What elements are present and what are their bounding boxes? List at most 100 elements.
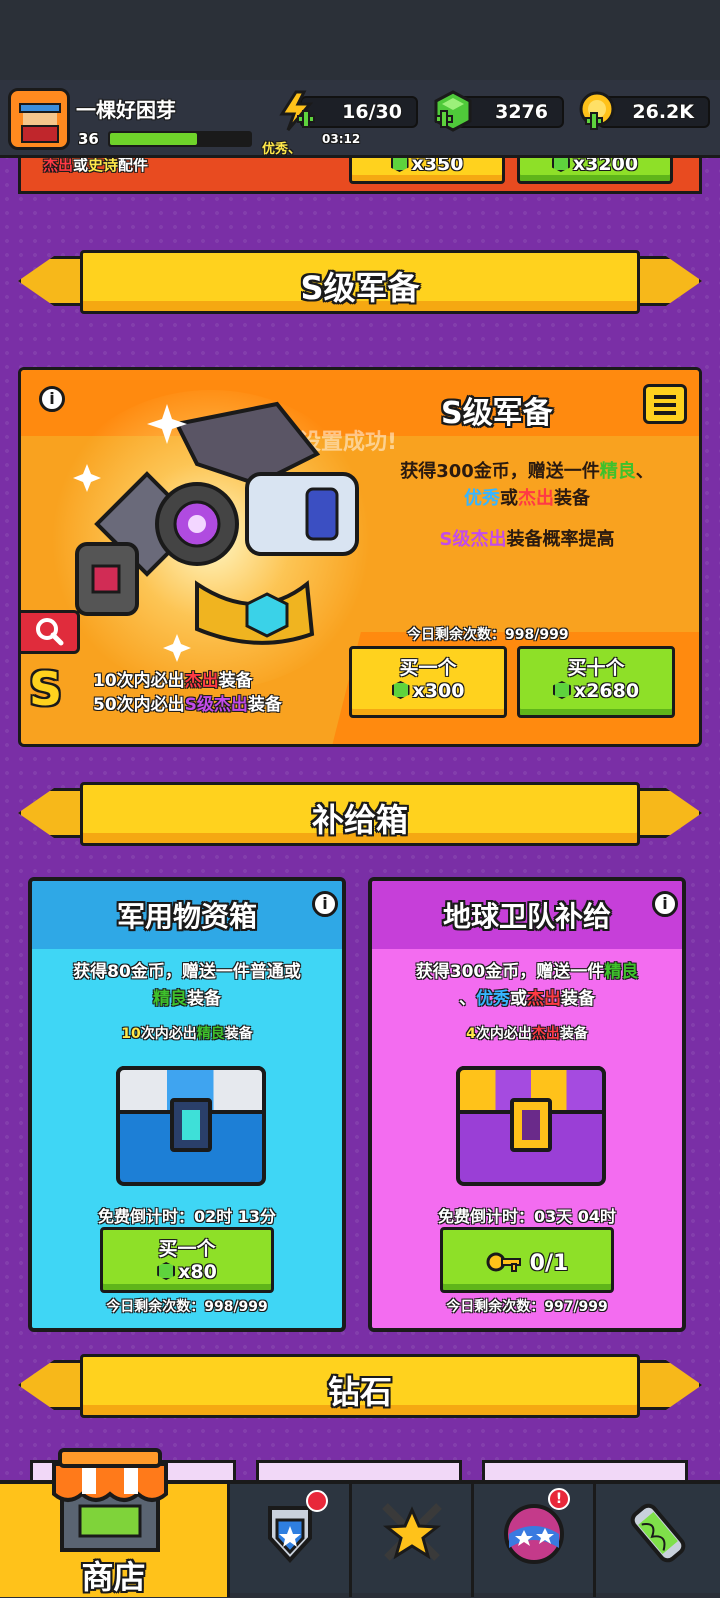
s-buy-one-label: 买一个 [399, 657, 457, 679]
s-card-rate-text: S级杰出装备概率提高 [367, 526, 687, 553]
military-guarantee: 10次内必出精良装备 [32, 1023, 342, 1043]
energy-value: 16/30 [342, 101, 402, 123]
earth-free-countdown: 免费倒计时：03天 04时 [437, 1207, 617, 1226]
guarantee-line-1: 10次内必出杰出装备 [93, 666, 253, 691]
military-remaining-count: 今日剩余次数：998/999 [106, 1299, 268, 1315]
diamond-banner: 钻石 [18, 1354, 702, 1418]
nav-tab-evolution[interactable] [596, 1484, 720, 1597]
gear-alert-badge [306, 1490, 328, 1512]
s-buy-one-button[interactable]: 买一个 x300 [349, 646, 507, 718]
earth-box-title: 地球卫队补给 [442, 900, 611, 933]
earth-desc2-c: 或 [510, 989, 527, 1009]
prev-text-e: 优秀、 [262, 142, 302, 157]
prev-text-c: 史诗 [88, 156, 119, 174]
nav-tab-events[interactable]: ! [474, 1484, 596, 1597]
earth-key-count: 0/1 [529, 1251, 569, 1276]
military-guar-c: 精良 [196, 1026, 225, 1042]
guar2-b: S级杰出 [184, 695, 248, 715]
guar2-c: 装备 [247, 695, 282, 715]
top-bar: 一棵好困芽 36 优秀、 16/30 03:12 3276 26.2K [0, 80, 720, 158]
gem-plus-icon[interactable] [432, 90, 474, 132]
earth-guar-b: 次内必出 [475, 1026, 532, 1042]
player-name: 一棵好困芽 [76, 98, 176, 122]
military-free-countdown: 免费倒计时：02时 13分 [97, 1207, 277, 1226]
xp-fill [110, 133, 197, 145]
s-buy-ten-price: x2680 [573, 680, 640, 702]
blue-chest-icon [116, 1066, 266, 1186]
search-button[interactable] [21, 610, 80, 654]
bottom-nav: 商店 ! [0, 1448, 720, 1597]
coin-plus-icon[interactable] [576, 90, 618, 132]
dna-capsule-icon [630, 1503, 686, 1563]
player-level: 36 [78, 130, 99, 148]
prev-text-d: 配件 [118, 156, 149, 174]
s-rank-up-icon: S [29, 662, 63, 716]
earth-key-open-button[interactable]: 0/1 [440, 1227, 614, 1293]
diamond-banner-title: 钻石 [327, 1373, 392, 1411]
earth-guar-d: 装备 [559, 1026, 588, 1042]
status-bar [0, 0, 720, 80]
guarantee-line-2: 50次内必出S级杰出装备 [93, 690, 282, 715]
avatar-mask [21, 125, 59, 143]
energy-timer: 03:12 [322, 132, 361, 146]
prev-text-a: 杰出 [43, 156, 74, 174]
desc1-a: 获得300金币，赠送一件 [400, 461, 600, 482]
magnifier-icon [36, 618, 64, 646]
s-buy-ten-button[interactable]: 买十个 x2680 [517, 646, 675, 718]
military-box-title: 军用物资箱 [116, 900, 257, 933]
gem-icon [391, 681, 410, 699]
earth-desc2-e: 装备 [561, 989, 595, 1009]
earth-desc1-a: 获得300金币，赠送一件 [415, 962, 605, 982]
military-supply-box-card: i 军用物资箱 获得80金币，赠送一件普通或 精良装备 10次内必出精良装备 免… [28, 877, 346, 1332]
guar1-c: 装备 [218, 671, 253, 691]
earth-box-description: 获得300金币，赠送一件精良 、优秀或杰出装备 [382, 959, 672, 1013]
earth-guar-a: 4 [466, 1026, 476, 1042]
s-buy-ten-label: 买十个 [567, 657, 625, 679]
nav-tab-gear[interactable] [230, 1484, 352, 1597]
nav-tab-shop[interactable]: 商店 [0, 1448, 230, 1597]
s-gear-card: i S级军备 设置成功! 获得300金币，赠送一件精良、 优秀或杰出装备 S级杰… [18, 367, 702, 747]
s-remaining-count: 今日剩余次数：998/999 [407, 627, 569, 643]
rate-b: 装备概率提高 [506, 529, 615, 550]
supply-banner: 补给箱 [18, 782, 702, 846]
military-buy-one-button[interactable]: 买一个 x80 [100, 1227, 274, 1293]
guar2-a: 50次内必出 [93, 695, 185, 715]
s-gear-banner-title: S级军备 [300, 269, 420, 307]
earth-desc2-d: 杰出 [527, 989, 561, 1009]
prev-text-b: 或 [73, 156, 89, 174]
gem-icon [157, 1262, 176, 1280]
earth-remaining-count: 今日剩余次数：997/999 [446, 1299, 608, 1315]
shop-stall-icon [52, 1448, 168, 1552]
desc2-c: 杰出 [518, 488, 554, 509]
military-guar-d: 装备 [224, 1026, 253, 1042]
s-card-title: S级军备 [441, 396, 553, 431]
desc2-d: 装备 [554, 488, 590, 509]
rate-a: S级杰出 [439, 529, 507, 550]
xp-bar [108, 131, 252, 147]
avatar[interactable] [8, 88, 70, 150]
s-card-description: 获得300金币，赠送一件精良、 优秀或杰出装备 [367, 458, 687, 512]
earth-guar-c: 杰出 [531, 1026, 560, 1042]
purple-chest-icon [456, 1066, 606, 1186]
desc1-b: 精良 [599, 461, 636, 482]
coin-value: 26.2K [632, 101, 694, 123]
s-gear-bundle-icon [73, 401, 359, 662]
guar1-b: 杰出 [184, 671, 219, 691]
energy-icon[interactable] [276, 90, 318, 132]
earth-guarantee: 4次内必出杰出装备 [372, 1023, 682, 1043]
list-icon[interactable] [643, 384, 687, 424]
earth-desc2-a: 、 [459, 989, 476, 1009]
guar1-a: 10次内必出 [93, 671, 185, 691]
military-desc1: 获得80金币，赠送一件普通或 [73, 962, 301, 982]
military-buy-price: x80 [178, 1261, 217, 1283]
events-alert-badge: ! [548, 1488, 570, 1510]
desc1-c: 、 [635, 461, 654, 482]
supply-banner-title: 补给箱 [311, 801, 408, 839]
military-guar-a: 10 [121, 1026, 141, 1042]
desc2-a: 优秀 [464, 488, 500, 509]
s-buy-one-price: x300 [412, 680, 465, 702]
s-gear-banner: S级军备 [18, 250, 702, 314]
nav-tab-battle[interactable] [352, 1484, 474, 1597]
gem-value: 3276 [495, 101, 548, 123]
earth-desc2-b: 优秀 [476, 989, 510, 1009]
